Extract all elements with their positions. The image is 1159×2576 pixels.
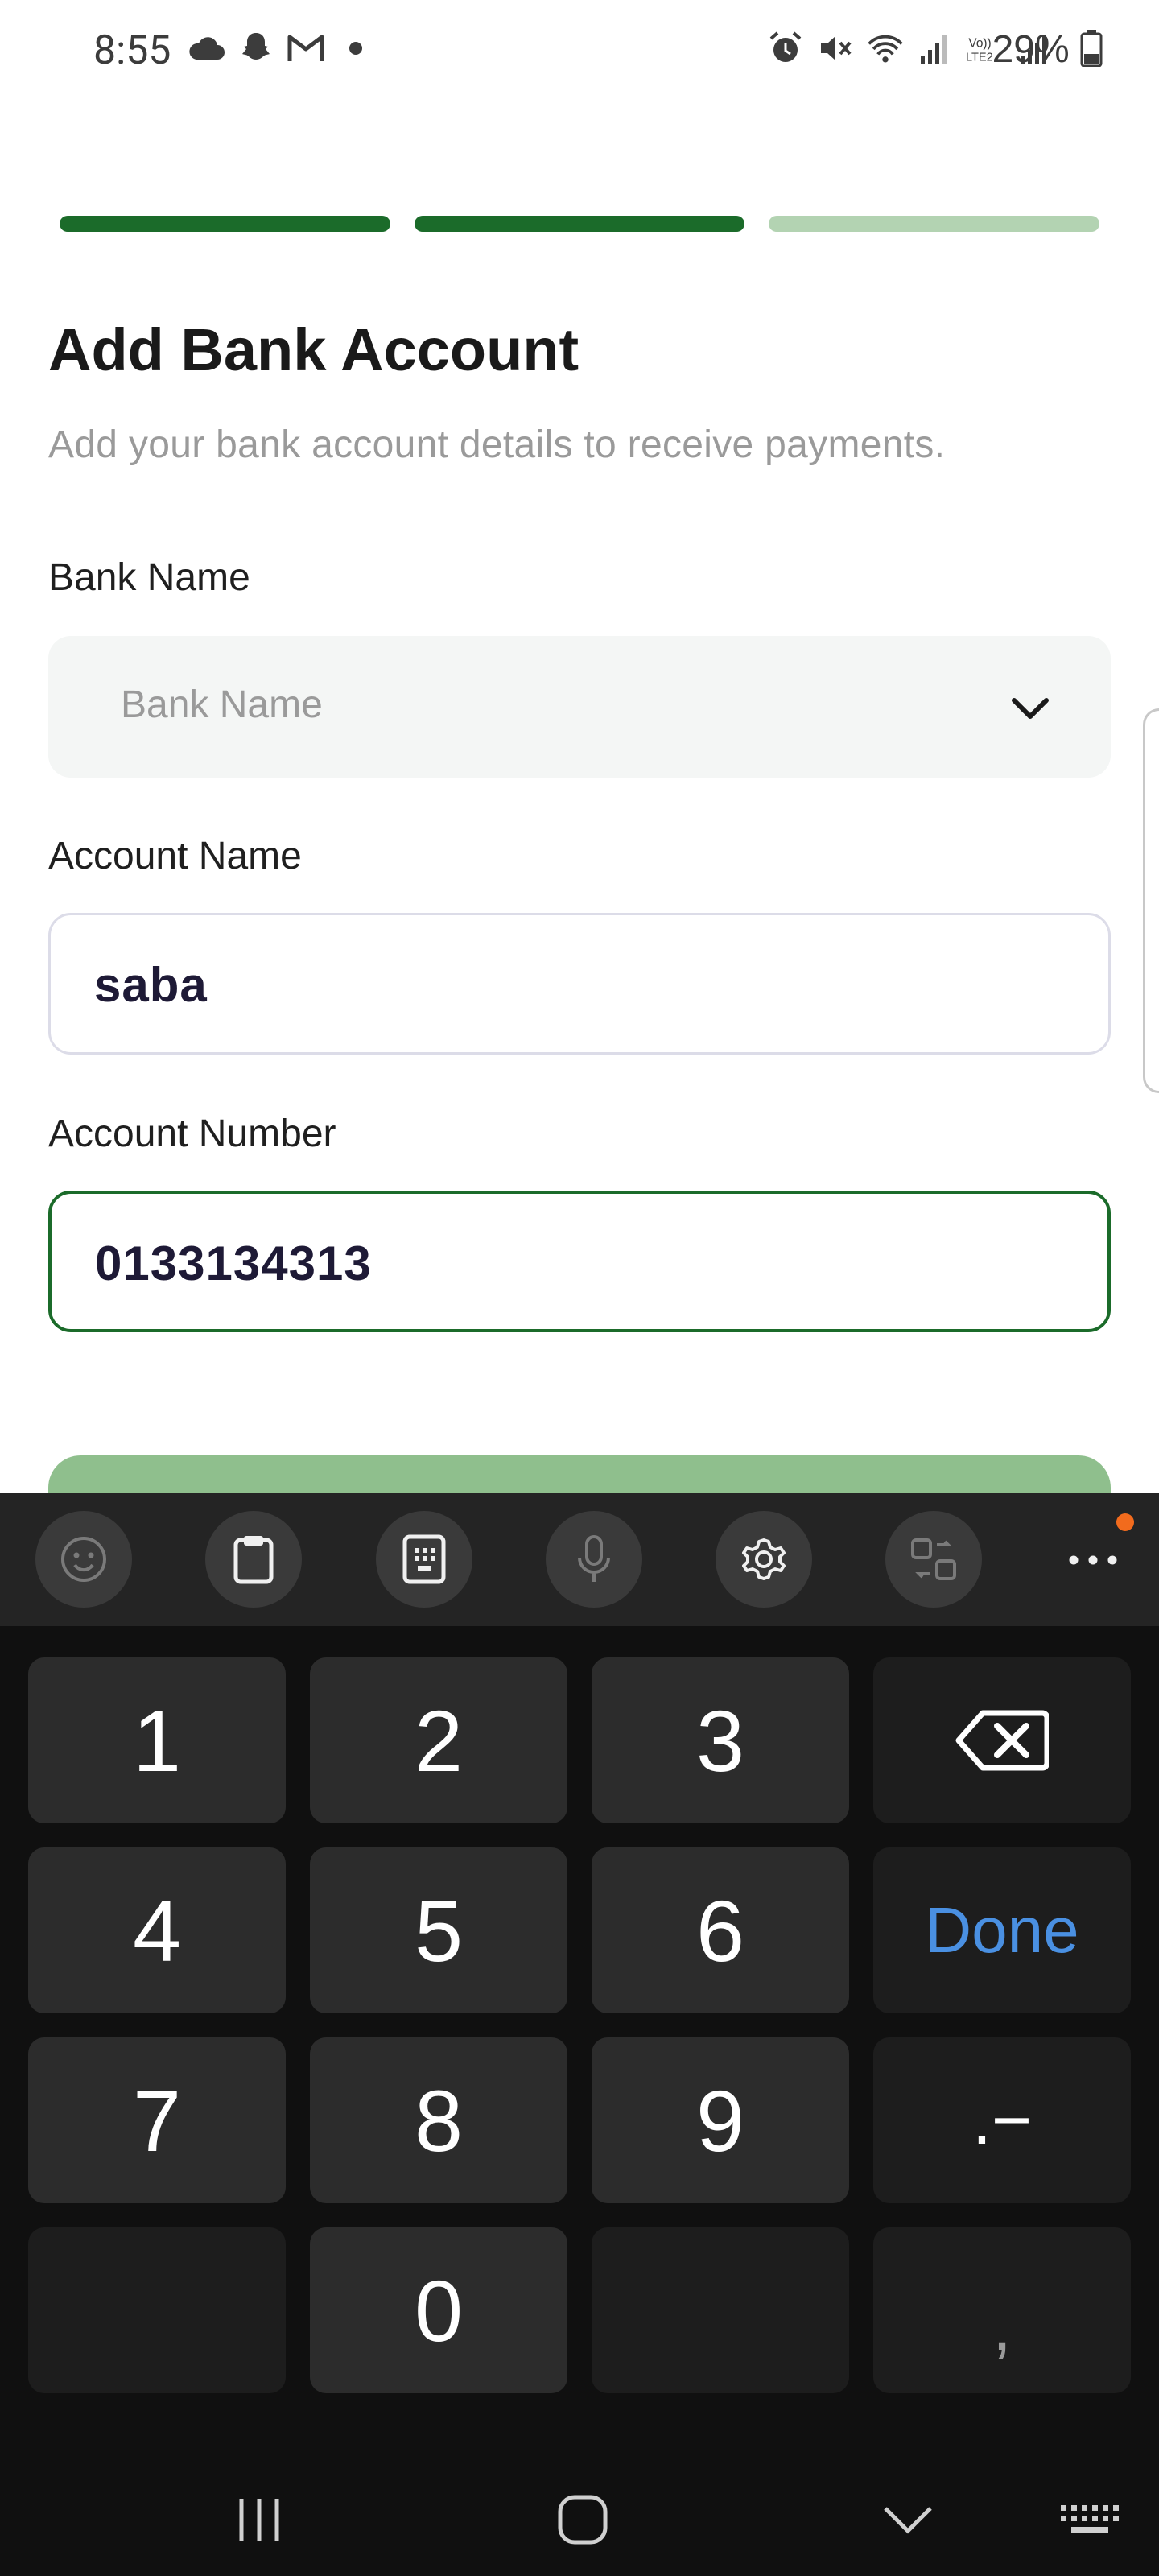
key-3[interactable]: 3 [592,1657,849,1823]
svg-text:Vo)): Vo)) [968,36,991,50]
step-progress [60,216,1100,232]
battery-status: 29% [992,27,1103,76]
alarm-icon [766,29,805,68]
dot-icon [336,29,375,68]
key-4[interactable]: 4 [28,1847,286,2013]
keyboard-toolbar [0,1493,1159,1626]
progress-step-2 [414,216,745,232]
account-number-label: Account Number [48,1113,336,1155]
gmail-icon [287,29,325,68]
bank-name-label: Bank Name [48,556,250,599]
account-number-input[interactable]: 0133134313 [48,1191,1111,1332]
bank-name-dropdown[interactable]: Bank Name [48,636,1111,778]
back-icon[interactable] [876,2487,940,2552]
done-key[interactable]: Done [873,1847,1131,2013]
keypad-icon[interactable] [376,1511,472,1608]
blank-key [28,2227,286,2393]
notification-dot [1116,1513,1134,1531]
battery-percent: 29% [992,28,1070,71]
signal-icon [916,29,955,68]
chevron-down-icon [1008,686,1053,731]
page-subtitle: Add your bank account details to receive… [48,423,946,466]
comma-key[interactable]: , [873,2227,1131,2393]
page-title: Add Bank Account [48,316,580,383]
status-bar: 8:55 Vo)) LTE2 29% [0,0,1159,105]
cloud-icon [187,29,225,68]
scrollbar[interactable] [1143,708,1159,1093]
account-name-input[interactable]: saba [48,913,1111,1055]
key-6[interactable]: 6 [592,1847,849,2013]
microphone-icon[interactable] [546,1511,642,1608]
emoji-icon[interactable] [35,1511,132,1608]
wifi-icon [866,29,905,68]
account-number-value: 0133134313 [95,1236,372,1290]
key-5[interactable]: 5 [310,1847,567,2013]
snapchat-icon [237,29,275,68]
key-7[interactable]: 7 [28,2037,286,2203]
settings-icon[interactable] [716,1511,812,1608]
recent-apps-icon[interactable] [227,2487,291,2552]
more-icon[interactable] [1061,1532,1125,1588]
key-9[interactable]: 9 [592,2037,849,2203]
account-name-label: Account Name [48,835,302,877]
translate-icon[interactable] [885,1511,982,1608]
progress-step-1 [60,216,390,232]
status-time: 8:55 [93,27,171,74]
account-name-value: saba [94,958,208,1012]
blank-key [592,2227,849,2393]
navigation-bar [0,2447,1159,2576]
home-icon[interactable] [551,2487,615,2552]
clipboard-icon[interactable] [205,1511,302,1608]
bank-name-placeholder: Bank Name [121,683,323,726]
numeric-keyboard: 1 2 3 4 5 6 Done 7 8 9 .− 0 , [0,1493,1159,2576]
key-0[interactable]: 0 [310,2227,567,2393]
key-1[interactable]: 1 [28,1657,286,1823]
dot-dash-key[interactable]: .− [873,2037,1131,2203]
backspace-key[interactable] [873,1657,1131,1823]
progress-step-3 [769,216,1100,232]
key-8[interactable]: 8 [310,2037,567,2203]
backspace-icon [955,1710,1049,1771]
mute-icon [816,29,855,68]
key-2[interactable]: 2 [310,1657,567,1823]
keyboard-toggle-icon[interactable] [1058,2487,1122,2552]
battery-icon [1080,30,1103,76]
svg-text:LTE2: LTE2 [966,51,993,64]
